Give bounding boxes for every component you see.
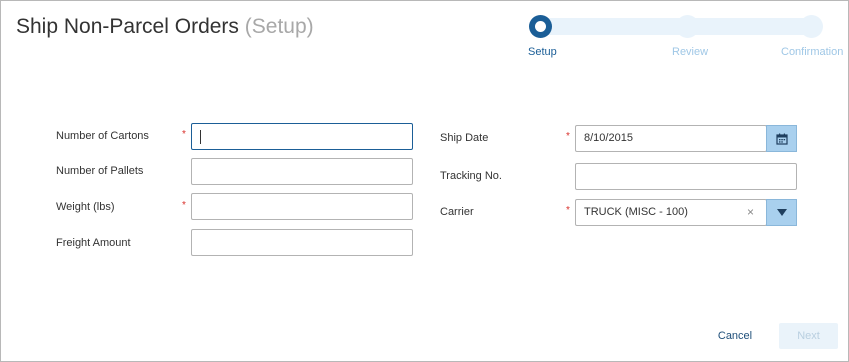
tracking-no-label: Tracking No. <box>440 170 502 182</box>
freight-amount-input[interactable] <box>191 229 413 256</box>
next-button[interactable]: Next <box>779 323 838 349</box>
calendar-button[interactable] <box>766 125 797 152</box>
cancel-button[interactable]: Cancel <box>703 323 767 349</box>
caret-down-icon <box>776 209 787 216</box>
weight-required-mark: * <box>182 200 186 211</box>
calendar-icon <box>775 133 788 145</box>
ship-date-required-mark: * <box>566 131 570 142</box>
step-label-review: Review <box>672 46 709 58</box>
tracking-no-input[interactable] <box>575 163 797 190</box>
ship-date-input[interactable]: 8/10/2015 <box>575 125 767 152</box>
weight-label: Weight (lbs) <box>56 201 115 213</box>
freight-amount-label: Freight Amount <box>56 237 131 249</box>
page-title: Ship Non-Parcel Orders (Setup) <box>16 15 314 39</box>
cartons-input[interactable] <box>191 123 413 150</box>
pallets-label: Number of Pallets <box>56 165 144 177</box>
page-title-text: Ship Non-Parcel Orders <box>16 15 239 38</box>
step-label-setup: Setup <box>528 46 557 58</box>
page-title-subtitle: (Setup) <box>244 15 314 38</box>
carrier-required-mark: * <box>566 205 570 216</box>
carrier-dropdown-toggle[interactable] <box>766 199 797 226</box>
cartons-label: Number of Cartons <box>56 130 149 142</box>
step-track-1 <box>541 18 687 35</box>
step-track-2 <box>687 18 811 35</box>
step-dot-confirmation <box>800 15 823 38</box>
cartons-required-mark: * <box>182 129 186 140</box>
ship-date-label: Ship Date <box>440 132 489 144</box>
carrier-select[interactable]: TRUCK (MISC - 100) × <box>575 199 767 226</box>
step-dot-review <box>676 15 699 38</box>
step-label-confirmation: Confirmation <box>781 46 844 58</box>
text-caret <box>200 130 201 144</box>
clear-icon[interactable]: × <box>747 200 754 225</box>
weight-input[interactable] <box>191 193 413 220</box>
carrier-label: Carrier <box>440 206 474 218</box>
dialog-frame: Ship Non-Parcel Orders (Setup) Setup Rev… <box>0 0 849 362</box>
pallets-input[interactable] <box>191 158 413 185</box>
step-dot-setup <box>529 15 552 38</box>
